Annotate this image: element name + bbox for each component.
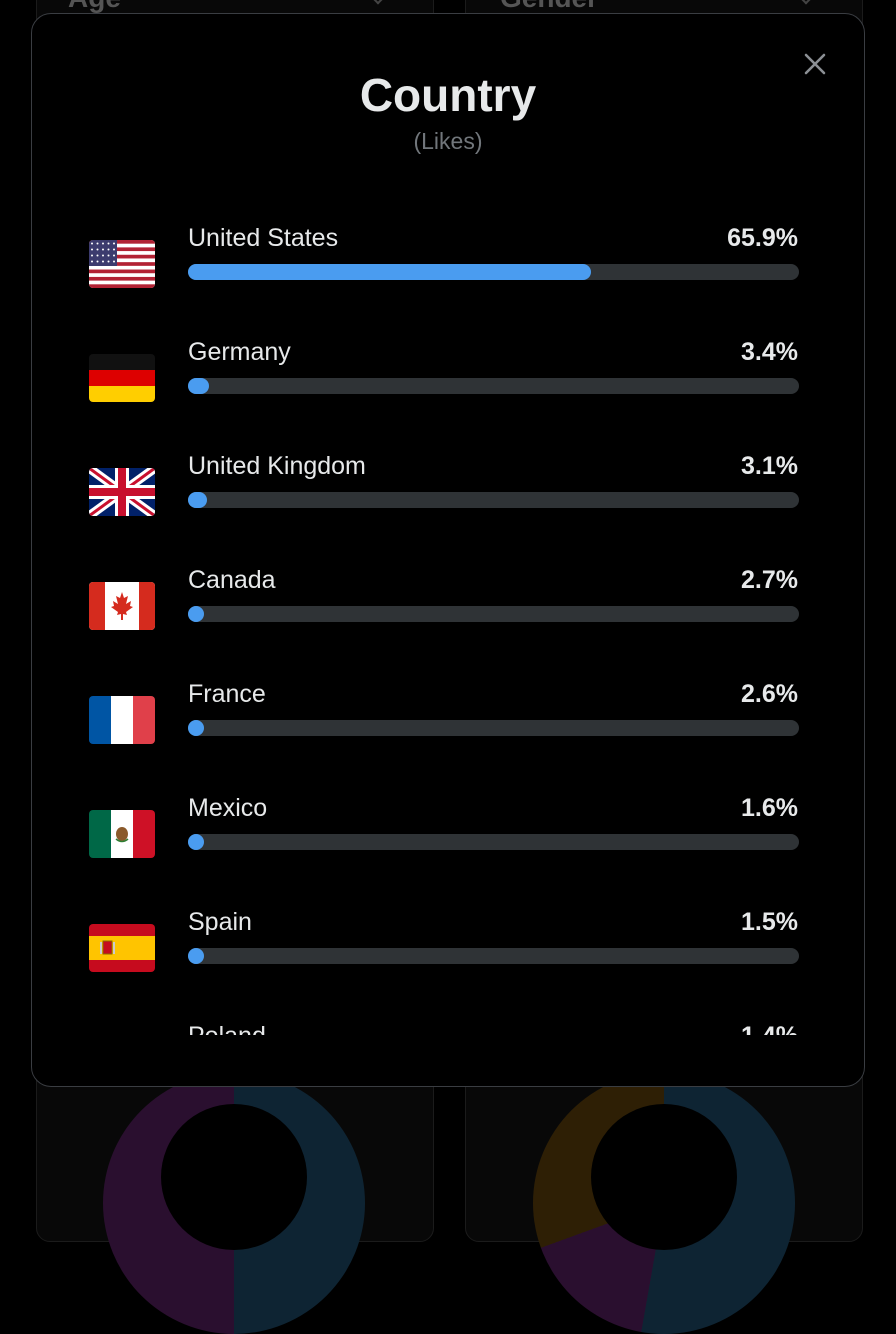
country-list[interactable]: United States 65.9% Germany 3.4% United Kin… xyxy=(32,14,864,1035)
percent-bar-fill xyxy=(188,264,591,280)
country-row: France 2.6% xyxy=(32,680,864,794)
mexico-flag-icon xyxy=(89,810,155,858)
country-name: United States xyxy=(188,224,339,252)
country-row: Mexico 1.6% xyxy=(32,794,864,908)
country-percent: 2.7% xyxy=(741,566,798,594)
uk-flag-icon xyxy=(89,468,155,516)
country-percent: 1.4% xyxy=(741,1022,798,1035)
percent-bar-track xyxy=(188,606,799,622)
country-percent: 3.4% xyxy=(741,338,798,366)
percent-bar-track xyxy=(188,378,799,394)
country-row: Germany 3.4% xyxy=(32,338,864,452)
modal-subtitle: (Likes) xyxy=(413,128,483,154)
country-name: Germany xyxy=(188,338,291,366)
percent-bar-track xyxy=(188,264,799,280)
country-percent: 3.1% xyxy=(741,452,798,480)
percent-bar-fill xyxy=(188,378,209,394)
percent-bar-track xyxy=(188,948,799,964)
percent-bar-fill xyxy=(188,948,204,964)
country-modal: United States 65.9% Germany 3.4% United Kin… xyxy=(31,13,865,1087)
country-percent: 65.9% xyxy=(727,224,798,252)
country-row: United States 65.9% xyxy=(32,224,864,338)
country-name: France xyxy=(188,680,266,708)
spain-flag-icon xyxy=(89,924,155,972)
germany-flag-icon xyxy=(89,354,155,402)
canada-flag-icon xyxy=(89,582,155,630)
percent-bar-track xyxy=(188,834,799,850)
percent-bar-track xyxy=(188,492,799,508)
country-percent: 1.6% xyxy=(741,794,798,822)
country-name: Mexico xyxy=(188,794,268,822)
country-row: United Kingdom 3.1% xyxy=(32,452,864,566)
percent-bar-track xyxy=(188,720,799,736)
country-row: Poland 1.4% xyxy=(32,1022,864,1035)
gender-select-label[interactable]: Gender xyxy=(500,0,598,14)
country-name: Spain xyxy=(188,908,252,936)
us-flag-icon xyxy=(89,240,155,288)
country-row: Canada 2.7% xyxy=(32,566,864,680)
modal-title: Country xyxy=(359,69,537,121)
country-percent: 1.5% xyxy=(741,908,798,936)
country-percent: 2.6% xyxy=(741,680,798,708)
percent-bar-fill xyxy=(188,720,204,736)
france-flag-icon xyxy=(89,696,155,744)
country-name: Canada xyxy=(188,566,276,594)
country-name: Poland xyxy=(188,1022,266,1035)
country-name: United Kingdom xyxy=(188,452,366,480)
age-select-label[interactable]: Age xyxy=(68,0,121,14)
percent-bar-fill xyxy=(188,606,205,622)
country-row: Spain 1.5% xyxy=(32,908,864,1022)
percent-bar-fill xyxy=(188,492,207,508)
percent-bar-fill xyxy=(188,834,204,850)
